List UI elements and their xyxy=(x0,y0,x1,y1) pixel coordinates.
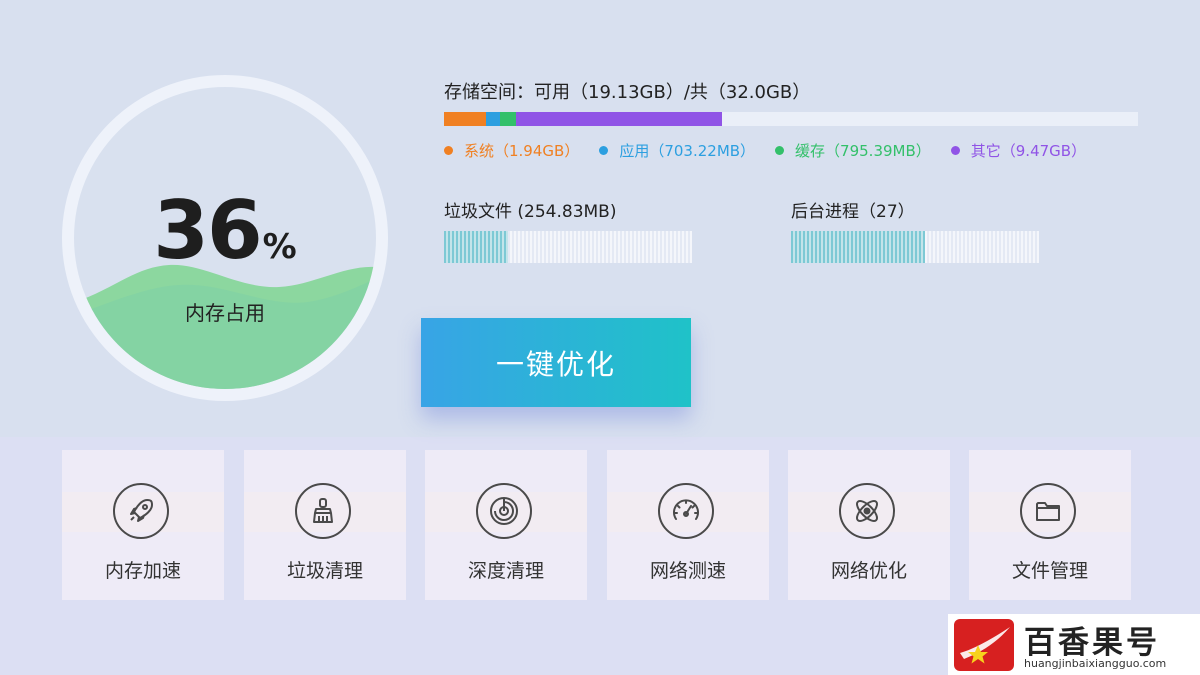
junk-files-meter xyxy=(444,231,692,263)
memory-usage-value: 36% xyxy=(74,191,376,287)
tool-tile-junk-clean[interactable]: 垃圾清理 xyxy=(244,450,406,600)
speedometer-icon xyxy=(658,483,714,539)
background-process-meter-fill xyxy=(791,231,925,263)
background-process-meter xyxy=(791,231,1039,263)
tool-label-memory-boost: 内存加速 xyxy=(104,560,181,582)
memory-usage-unit: % xyxy=(262,227,297,267)
legend-item-other: 其它（9.47GB） xyxy=(950,140,1087,161)
storage-segment-cache xyxy=(499,112,517,126)
background-process-label: 后台进程（27） xyxy=(791,202,915,222)
storage-legend: 系统（1.94GB） 应用（703.22MB） 缓存（795.39MB） 其它（… xyxy=(444,140,1106,161)
rocket-icon xyxy=(113,483,169,539)
junk-files-label: 垃圾文件 (254.83MB) xyxy=(444,202,617,222)
tool-label-network-speed: 网络测速 xyxy=(649,560,726,582)
legend-dot-other xyxy=(950,146,960,155)
storage-bar xyxy=(444,112,1138,126)
radar-icon xyxy=(476,483,532,539)
tool-label-network-optimize: 网络优化 xyxy=(830,560,907,582)
tool-label-junk-clean: 垃圾清理 xyxy=(286,560,363,582)
legend-label-apps: 应用（703.22MB） xyxy=(619,142,756,160)
legend-item-apps: 应用（703.22MB） xyxy=(599,140,755,161)
memory-gauge: 36% 内存占用 xyxy=(62,75,388,401)
watermark-logo-icon xyxy=(954,619,1014,671)
folder-icon xyxy=(1020,483,1076,539)
tool-label-deep-clean: 深度清理 xyxy=(467,560,544,582)
memory-usage-number: 36 xyxy=(153,184,262,277)
watermark-url: huangjinbaixiangguo.com xyxy=(1024,657,1167,670)
memory-gauge-inner: 36% 内存占用 xyxy=(74,87,376,389)
storage-title: 存储空间：可用（19.13GB）/共（32.0GB） xyxy=(444,82,811,103)
legend-dot-cache xyxy=(775,146,785,155)
legend-dot-apps xyxy=(599,146,609,155)
legend-label-system: 系统（1.94GB） xyxy=(464,142,580,160)
watermark: 百香果号 huangjinbaixiangguo.com xyxy=(948,614,1200,675)
storage-segment-system xyxy=(444,112,486,126)
storage-segment-other xyxy=(516,112,722,126)
tool-tile-network-speed[interactable]: 网络测速 xyxy=(607,450,769,600)
legend-dot-system xyxy=(444,146,453,155)
watermark-name: 百香果号 xyxy=(1024,625,1160,661)
legend-item-cache: 缓存（795.39MB） xyxy=(775,140,931,161)
tool-tile-network-optimize[interactable]: 网络优化 xyxy=(788,450,950,600)
storage-segment-apps xyxy=(485,112,500,126)
memory-usage-label: 内存占用 xyxy=(185,301,265,325)
tool-tile-memory-boost[interactable]: 内存加速 xyxy=(62,450,224,600)
legend-item-system: 系统（1.94GB） xyxy=(444,140,579,161)
junk-files-meter-fill xyxy=(444,231,509,263)
atom-icon xyxy=(839,483,895,539)
one-click-optimize-button[interactable]: 一键优化 xyxy=(421,318,691,407)
legend-label-other: 其它（9.47GB） xyxy=(970,142,1087,160)
tool-tile-deep-clean[interactable]: 深度清理 xyxy=(425,450,587,600)
broom-icon xyxy=(295,483,351,539)
legend-label-cache: 缓存（795.39MB） xyxy=(795,142,931,160)
tool-label-file-manager: 文件管理 xyxy=(1011,560,1088,582)
tool-tile-file-manager[interactable]: 文件管理 xyxy=(969,450,1131,600)
